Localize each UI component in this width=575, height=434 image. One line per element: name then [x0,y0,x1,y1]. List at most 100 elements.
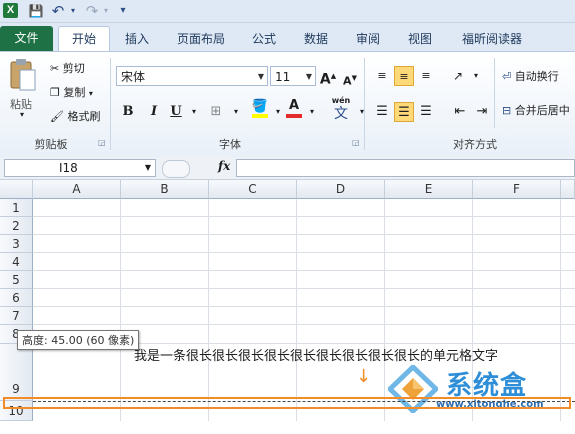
scissors-icon: ✂ [50,62,60,75]
column-header-e[interactable]: E [385,180,473,199]
row-height-tooltip: 高度: 45.00 (60 像素) [17,330,140,350]
formula-bar-expander[interactable] [162,160,190,178]
tab-formulas[interactable]: 公式 [244,28,284,50]
row-header-7[interactable]: 7 [0,307,33,325]
increase-indent-button[interactable]: ⇥ [472,102,492,122]
gridline [33,216,575,217]
quick-access-toolbar: X 💾 ↶ ▾ ↷ ▾ ▾ [0,0,575,23]
gridline [33,252,575,253]
italic-button[interactable]: I [144,102,164,122]
borders-dropdown-icon[interactable]: ▾ [226,102,246,122]
save-icon[interactable]: 💾 [28,3,44,19]
paste-button[interactable]: 粘贴 ▾ [8,58,42,128]
gridline [33,288,575,289]
column-header-b[interactable]: B [121,180,209,199]
align-center-icon: ☰ [398,105,410,120]
align-center-button[interactable]: ☰ [394,102,414,122]
row-header-9[interactable]: 9 [0,344,33,401]
column-header-d[interactable]: D [297,180,385,199]
align-top-icon: ≡ [377,69,387,82]
align-top-button[interactable]: ≡ [372,66,392,86]
font-color-label: A [288,98,300,113]
format-painter-label: 格式刷 [67,110,101,123]
paste-dropdown-icon[interactable]: ▾ [20,110,24,119]
bold-button[interactable]: B [118,102,138,122]
row-header-2[interactable]: 2 [0,217,33,235]
font-color-dropdown-icon[interactable]: ▾ [302,102,322,122]
chevron-down-icon: ▼ [305,72,312,81]
chevron-down-icon: ▼ [257,72,264,81]
brush-icon: 🖌 [50,110,64,123]
column-header-c[interactable]: C [209,180,297,199]
undo-dropdown-icon[interactable]: ▾ [68,3,78,19]
clipboard-launcher-icon[interactable]: ◲ [98,138,106,147]
row-header-3[interactable]: 3 [0,235,33,253]
align-bottom-button[interactable]: ≡ [416,66,436,86]
align-right-button[interactable]: ☰ [416,102,436,122]
font-launcher-icon[interactable]: ◲ [352,138,360,147]
select-all-corner[interactable] [0,180,33,199]
row-header-4[interactable]: 4 [0,253,33,271]
gridline [120,199,121,421]
tab-file[interactable]: 文件 [0,26,53,51]
decrease-indent-button[interactable]: ⇤ [450,102,470,122]
underline-dropdown-icon[interactable]: ▾ [184,102,204,122]
phonetic-dropdown-icon[interactable]: ▾ [352,102,372,122]
worksheet-grid[interactable]: A B C D E F 1 2 3 4 5 6 7 8 9 10 我是一条很长很… [0,180,575,421]
align-left-button[interactable]: ☰ [372,102,392,122]
align-middle-icon: ≡ [399,70,409,83]
name-box[interactable]: I18 ▼ [4,159,156,177]
shrink-font-button[interactable]: A▼ [340,68,360,88]
row-header-5[interactable]: 5 [0,271,33,289]
font-color-bar [286,114,302,118]
fill-bucket-icon: 🪣 [251,99,269,114]
redo-dropdown-icon[interactable]: ▾ [101,3,111,19]
ribbon: 粘贴 ▾ ✂ 剪切 ❐ 复制 ▾ 🖌 格式刷 剪贴板 ◲ 宋体 ▼ 11 ▼ A… [0,51,575,158]
grow-font-button[interactable]: A▲ [318,66,338,88]
undo-icon[interactable]: ↶ [50,3,66,19]
phonetic-button[interactable]: wén 文 [328,96,354,126]
row-header-1[interactable]: 1 [0,199,33,217]
wrap-text-icon: ⏎ [502,70,512,83]
ribbon-tabs: 文件 开始 插入 页面布局 公式 数据 审阅 视图 福昕阅读器 [0,23,575,52]
tab-view[interactable]: 视图 [400,28,440,50]
font-name-combo[interactable]: 宋体 ▼ [116,66,268,86]
wrap-text-label: 自动换行 [514,70,559,83]
tab-home[interactable]: 开始 [58,26,110,52]
row-header-6[interactable]: 6 [0,289,33,307]
tab-insert[interactable]: 插入 [115,28,159,50]
gridline [296,199,297,421]
long-cell-text[interactable]: 我是一条很长很长很长很长很长很长很长很长很长的单元格文字 [134,345,498,364]
align-middle-button[interactable]: ≡ [394,66,414,86]
copy-icon: ❐ [50,86,60,99]
redo-icon[interactable]: ↷ [84,3,100,19]
tab-page-layout[interactable]: 页面布局 [168,28,234,50]
underline-button[interactable]: U [166,102,186,122]
copy-dropdown-icon[interactable]: ▾ [89,89,93,98]
gridline [208,199,209,421]
borders-button[interactable]: ⊞ [206,102,226,122]
font-size-combo[interactable]: 11 ▼ [270,66,316,86]
cut-button[interactable]: ✂ 剪切 [50,60,85,78]
fill-color-bar [252,114,268,118]
font-color-button[interactable]: A [284,98,304,118]
column-header-f[interactable]: F [473,180,561,199]
column-header-a[interactable]: A [33,180,121,199]
tab-foxit-reader[interactable]: 福昕阅读器 [452,28,532,50]
orientation-dropdown-icon[interactable]: ▾ [466,66,486,86]
fill-color-button[interactable]: 🪣 [250,100,270,120]
customize-toolbar-icon[interactable]: ▾ [118,3,128,19]
insert-function-icon[interactable]: fx [218,159,230,173]
merge-cells-icon: ⊟ [502,104,512,117]
tab-data[interactable]: 数据 [296,28,336,50]
wrap-text-button[interactable]: ⏎ 自动换行 [502,68,559,86]
align-left-icon: ☰ [376,104,388,119]
copy-button[interactable]: ❐ 复制 ▾ [50,84,93,103]
tab-review[interactable]: 审阅 [348,28,388,50]
orientation-button[interactable]: ↗ [448,66,468,86]
column-header-g[interactable] [561,180,575,199]
formula-input[interactable] [236,159,575,177]
format-painter-button[interactable]: 🖌 格式刷 [50,108,100,126]
phonetic-label: wén [331,96,351,105]
merge-center-button[interactable]: ⊟ 合并后居中 [502,102,570,120]
